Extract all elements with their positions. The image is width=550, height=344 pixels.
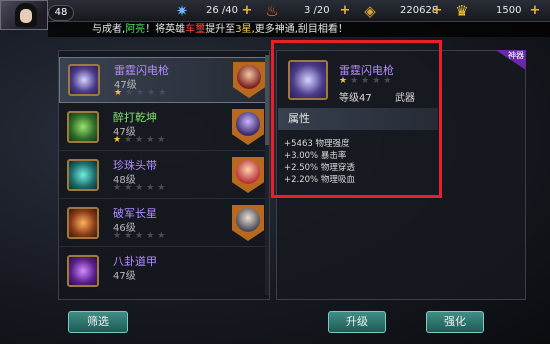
gold-ingot-icon: ♛ <box>455 2 469 20</box>
equipment-item[interactable]: 珍珠头带 48级 ★★★★★ <box>59 153 269 199</box>
stamina-resource: ✷ 26 /40 <box>172 2 250 20</box>
add-gold-button[interactable]: + <box>528 4 542 18</box>
hero-portrait-2[interactable] <box>232 109 264 145</box>
add-coin-button[interactable]: + <box>430 4 444 18</box>
equipment-item[interactable]: 雷霆闪电枪 47级 ★★★★★ <box>59 57 269 103</box>
hero-portrait-3[interactable] <box>232 157 264 193</box>
announcement-marquee: 与成者,阿亮！将英雄车璽提升至3星,更多神通,刮目相看！ <box>48 22 550 37</box>
star-rating: ★★★★★ <box>113 183 169 193</box>
lightning-spear-icon <box>68 64 100 96</box>
star-rating: ★★★★★ <box>113 231 169 241</box>
top-bar: ✷ 26 /40 + ♨ 3 /20 + ◈ 220628 + ♛ 1500 + <box>0 0 550 22</box>
star-rating: ★★★★★ <box>113 135 169 145</box>
add-energy-button[interactable]: + <box>338 4 352 18</box>
hero-portrait-1[interactable] <box>233 62 265 98</box>
marquee-player-name: 阿亮 <box>125 24 146 35</box>
add-stamina-button[interactable]: + <box>240 4 254 18</box>
energy-icon: ♨ <box>265 2 279 20</box>
marquee-hero-name: 车璽 <box>185 24 206 35</box>
gold-value: 1500 <box>496 5 522 16</box>
equipment-item[interactable]: 八卦道甲 47级 <box>59 249 269 295</box>
stamina-value: 26 /40 <box>206 5 238 16</box>
stamina-icon: ✷ <box>175 2 189 20</box>
energy-resource: ♨ 3 /20 <box>262 2 332 20</box>
enhance-button[interactable]: 强化 <box>426 311 484 333</box>
star-rating: ★★★★★ <box>114 88 170 98</box>
gourd-icon <box>67 111 99 143</box>
hero-portrait-4[interactable] <box>232 205 264 241</box>
highlight-frame <box>271 40 442 198</box>
player-level-badge: 48 <box>48 5 74 21</box>
equipment-list: 雷霆闪电枪 47级 ★★★★★ 醉打乾坤 47级 ★★★★★ 珍珠头带 48级 … <box>58 50 270 300</box>
armor-icon <box>67 255 99 287</box>
coin-icon: ◈ <box>364 2 376 20</box>
equipment-item[interactable]: 醉打乾坤 47级 ★★★★★ <box>59 105 269 151</box>
filter-button[interactable]: 筛选 <box>68 311 128 333</box>
energy-value: 3 /20 <box>304 5 330 16</box>
headband-icon <box>67 159 99 191</box>
mace-icon <box>67 207 99 239</box>
gold-resource: ♛ 1500 <box>452 2 532 20</box>
upgrade-button[interactable]: 升级 <box>328 311 386 333</box>
equipment-item[interactable]: 破军长星 46级 ★★★★★ <box>59 201 269 247</box>
player-avatar[interactable] <box>0 0 48 30</box>
list-scrollbar[interactable] <box>265 55 269 295</box>
